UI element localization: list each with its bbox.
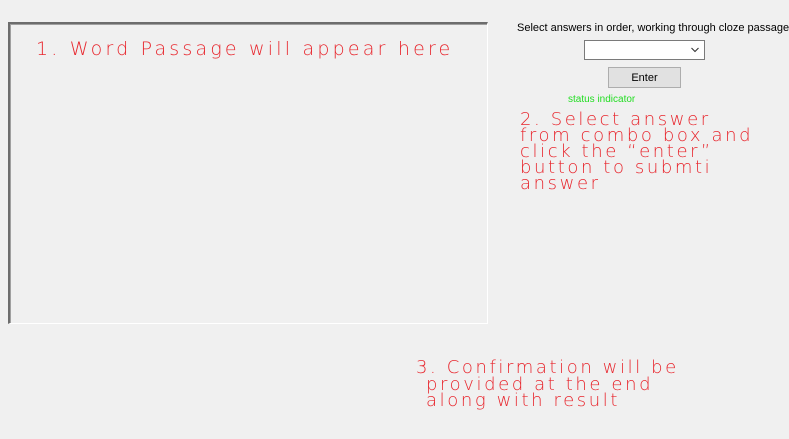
annotation-confirmation: 3. Confirmation will be provided at the … bbox=[416, 359, 679, 411]
annotation-select-answer: 2. Select answer from combo box and clic… bbox=[520, 111, 753, 194]
annotation-line: along with result bbox=[426, 390, 621, 411]
chevron-down-icon[interactable] bbox=[690, 45, 700, 55]
answer-combo-box[interactable] bbox=[584, 40, 705, 60]
word-passage-box bbox=[8, 22, 488, 324]
instruction-label: Select answers in order, working through… bbox=[517, 22, 789, 34]
status-indicator: status indicator bbox=[568, 94, 636, 105]
annotation-line: answer bbox=[520, 173, 601, 194]
annotation-word-passage: 1. Word Passage will appear here bbox=[36, 38, 454, 60]
enter-button[interactable]: Enter bbox=[608, 67, 681, 88]
